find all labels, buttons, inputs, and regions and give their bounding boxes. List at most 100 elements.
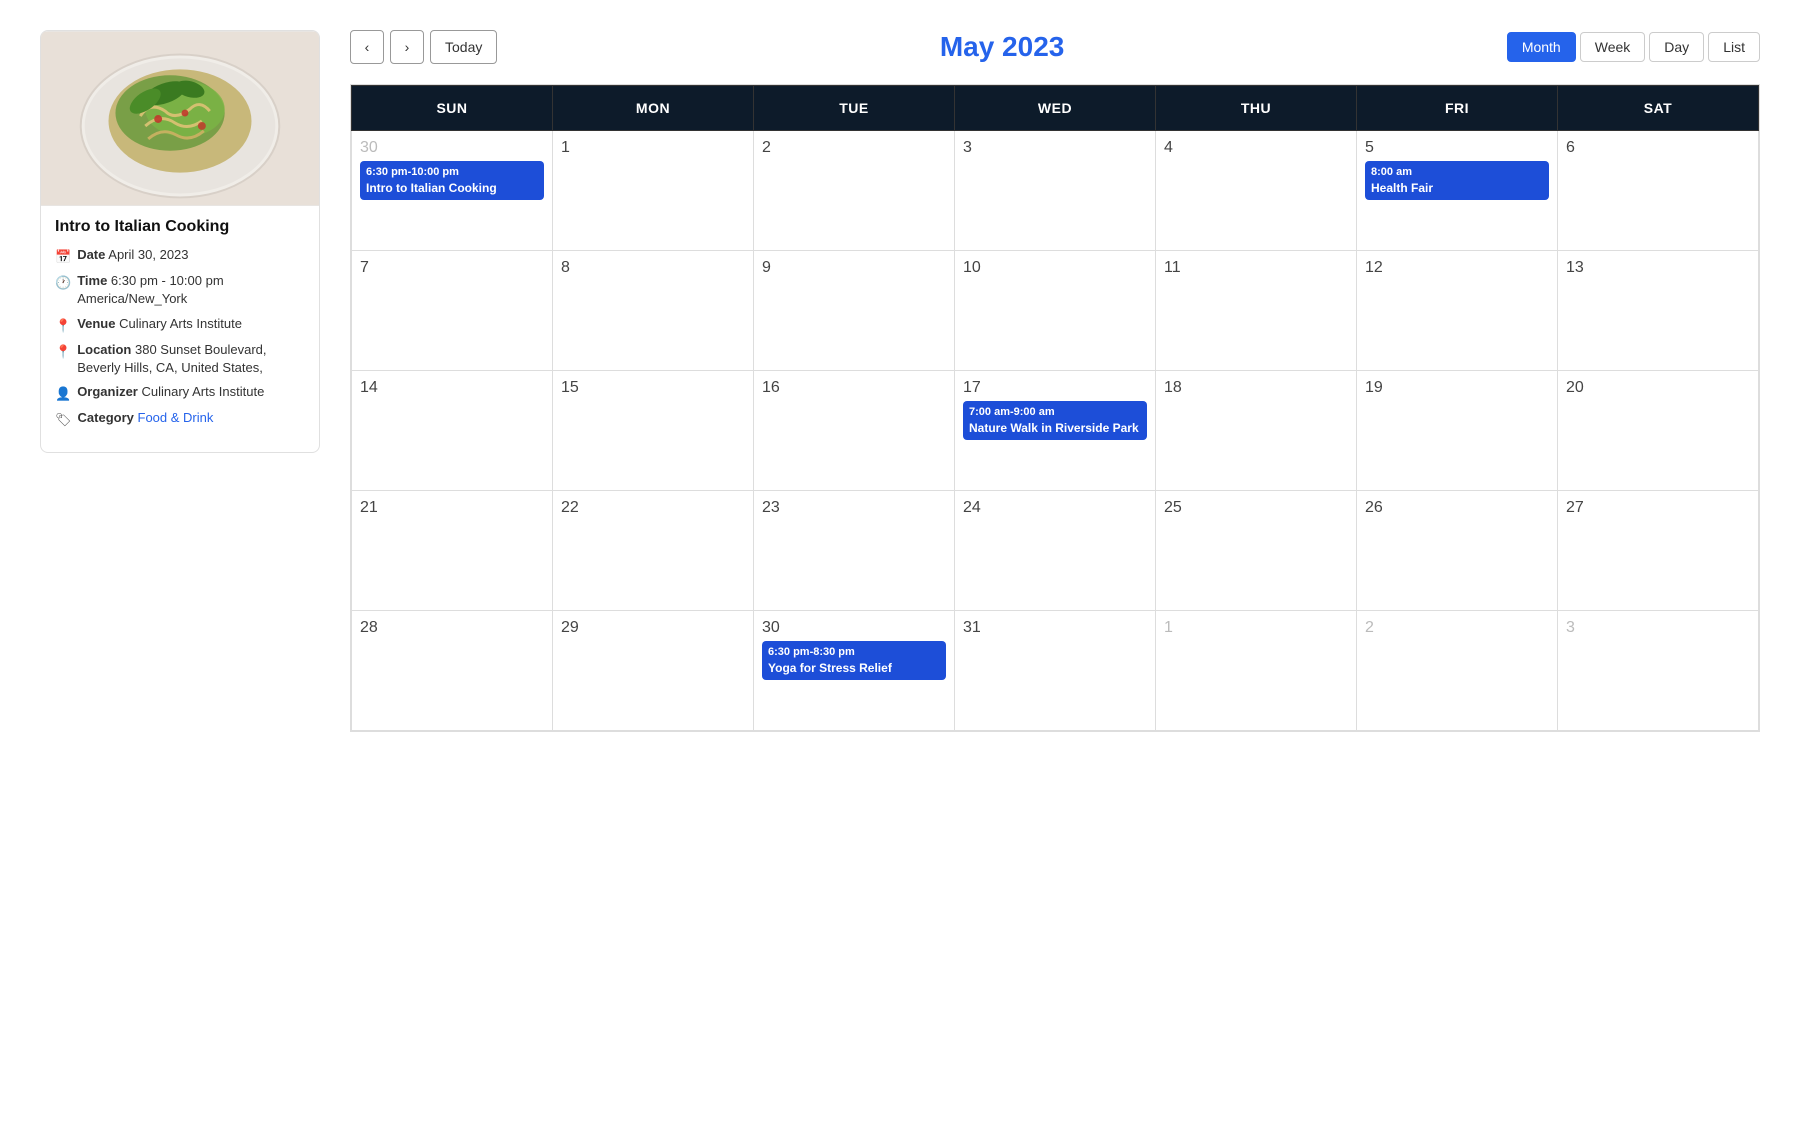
calendar-day-cell[interactable]: 26 <box>1357 491 1558 611</box>
weekday-wed: WED <box>955 86 1156 131</box>
calendar-day-cell[interactable]: 29 <box>553 611 754 731</box>
event-time: 7:00 am-9:00 am <box>969 405 1141 420</box>
view-list-button[interactable]: List <box>1708 32 1760 62</box>
weekday-sat: SAT <box>1558 86 1759 131</box>
calendar-day-cell[interactable]: 24 <box>955 491 1156 611</box>
calendar-day-cell[interactable]: 11 <box>1156 251 1357 371</box>
app-container: Intro to Italian Cooking 📅 Date April 30… <box>0 0 1800 1142</box>
event-time: 6:30 pm-8:30 pm <box>768 645 940 660</box>
day-number: 10 <box>963 259 1147 277</box>
day-number: 21 <box>360 499 544 517</box>
calendar-event[interactable]: 8:00 amHealth Fair <box>1365 161 1549 200</box>
calendar-day-cell[interactable]: 1 <box>1156 611 1357 731</box>
day-number: 15 <box>561 379 745 397</box>
day-number: 1 <box>561 139 745 157</box>
day-number: 22 <box>561 499 745 517</box>
calendar-day-cell[interactable]: 22 <box>553 491 754 611</box>
calendar-day-cell[interactable]: 18 <box>1156 371 1357 491</box>
calendar-section: ‹ › Today May 2023 Month Week Day List S… <box>350 30 1760 1112</box>
day-number: 5 <box>1365 139 1549 157</box>
event-organizer-detail: 👤 Organizer Culinary Arts Institute <box>55 383 305 403</box>
event-venue-detail: 📍 Venue Culinary Arts Institute <box>55 315 305 335</box>
calendar-header: ‹ › Today May 2023 Month Week Day List <box>350 30 1760 64</box>
day-number: 14 <box>360 379 544 397</box>
event-name: Intro to Italian Cooking <box>366 180 538 196</box>
day-number: 28 <box>360 619 544 637</box>
event-title: Intro to Italian Cooking <box>55 218 305 236</box>
calendar-table: SUN MON TUE WED THU FRI SAT 306:30 pm-10… <box>351 85 1759 731</box>
calendar-day-cell[interactable]: 9 <box>754 251 955 371</box>
day-number: 24 <box>963 499 1147 517</box>
view-buttons: Month Week Day List <box>1507 32 1760 62</box>
day-number: 30 <box>762 619 946 637</box>
calendar-day-cell[interactable]: 30 6:30 pm-8:30 pmYoga for Stress Relief <box>754 611 955 731</box>
calendar-day-cell[interactable]: 10 <box>955 251 1156 371</box>
calendar-day-cell[interactable]: 306:30 pm-10:00 pmIntro to Italian Cooki… <box>352 131 553 251</box>
view-day-button[interactable]: Day <box>1649 32 1704 62</box>
calendar-day-cell[interactable]: 8 <box>553 251 754 371</box>
event-time-detail: 🕐 Time 6:30 pm - 10:00 pmAmerica/New_Yor… <box>55 272 305 308</box>
event-date-detail: 📅 Date April 30, 2023 <box>55 246 305 266</box>
calendar-day-cell[interactable]: 16 <box>754 371 955 491</box>
person-icon: 👤 <box>55 385 71 403</box>
calendar-event[interactable]: 7:00 am-9:00 amNature Walk in Riverside … <box>963 401 1147 440</box>
nav-buttons: ‹ › Today <box>350 30 497 64</box>
clock-icon: 🕐 <box>55 274 71 292</box>
day-number: 23 <box>762 499 946 517</box>
view-month-button[interactable]: Month <box>1507 32 1576 62</box>
calendar-day-cell[interactable]: 19 <box>1357 371 1558 491</box>
calendar-day-cell[interactable]: 4 <box>1156 131 1357 251</box>
event-image <box>41 31 319 206</box>
calendar-day-cell[interactable]: 28 <box>352 611 553 731</box>
calendar-day-cell[interactable]: 17 7:00 am-9:00 amNature Walk in Riversid… <box>955 371 1156 491</box>
day-number: 12 <box>1365 259 1549 277</box>
calendar-day-cell[interactable]: 12 <box>1357 251 1558 371</box>
day-number: 26 <box>1365 499 1549 517</box>
calendar-day-cell[interactable]: 20 <box>1558 371 1759 491</box>
calendar-day-cell[interactable]: 23 <box>754 491 955 611</box>
day-number: 29 <box>561 619 745 637</box>
view-week-button[interactable]: Week <box>1580 32 1646 62</box>
calendar-day-cell[interactable]: 13 <box>1558 251 1759 371</box>
day-number: 3 <box>1566 619 1750 637</box>
calendar-body: 30 6:30 pm-10:00 pmIntro to Italian Cooki… <box>352 131 1759 731</box>
calendar-day-cell[interactable]: 25 <box>1156 491 1357 611</box>
day-number: 17 <box>963 379 1147 397</box>
day-number: 31 <box>963 619 1147 637</box>
calendar-day-cell[interactable]: 31 <box>955 611 1156 731</box>
day-number: 3 <box>963 139 1147 157</box>
day-number: 25 <box>1164 499 1348 517</box>
calendar-day-cell[interactable]: 14 <box>352 371 553 491</box>
day-number: 6 <box>1566 139 1750 157</box>
calendar-day-cell[interactable]: 5 8:00 amHealth Fair <box>1357 131 1558 251</box>
calendar-event[interactable]: 6:30 pm-8:30 pmYoga for Stress Relief <box>762 641 946 680</box>
calendar-event[interactable]: 6:30 pm-10:00 pmIntro to Italian Cooking <box>360 161 544 200</box>
calendar-day-cell[interactable]: 3 <box>955 131 1156 251</box>
calendar-day-cell[interactable]: 3 <box>1558 611 1759 731</box>
event-card-body: Intro to Italian Cooking 📅 Date April 30… <box>41 206 319 430</box>
event-card: Intro to Italian Cooking 📅 Date April 30… <box>40 30 320 453</box>
day-number: 7 <box>360 259 544 277</box>
calendar-day-cell[interactable]: 6 <box>1558 131 1759 251</box>
day-number: 9 <box>762 259 946 277</box>
day-number: 19 <box>1365 379 1549 397</box>
day-number: 1 <box>1164 619 1348 637</box>
weekday-mon: MON <box>553 86 754 131</box>
calendar-day-cell[interactable]: 27 <box>1558 491 1759 611</box>
calendar-day-cell[interactable]: 1 <box>553 131 754 251</box>
next-button[interactable]: › <box>390 30 424 64</box>
calendar-week-row: 14 15 16 17 7:00 am-9:00 amNature Walk in Ri… <box>352 371 1759 491</box>
calendar-day-cell[interactable]: 2 <box>1357 611 1558 731</box>
event-time: 8:00 am <box>1371 165 1543 180</box>
calendar-day-cell[interactable]: 7 <box>352 251 553 371</box>
prev-button[interactable]: ‹ <box>350 30 384 64</box>
day-number: 2 <box>1365 619 1549 637</box>
day-number: 4 <box>1164 139 1348 157</box>
today-button[interactable]: Today <box>430 30 497 64</box>
calendar-week-row: 789 10 11 12 13 <box>352 251 1759 371</box>
day-number: 11 <box>1164 259 1348 277</box>
calendar-day-cell[interactable]: 15 <box>553 371 754 491</box>
calendar-day-cell[interactable]: 2 <box>754 131 955 251</box>
calendar-day-cell[interactable]: 21 <box>352 491 553 611</box>
calendar-week-row: 21 22 23 24 25 26 27 <box>352 491 1759 611</box>
